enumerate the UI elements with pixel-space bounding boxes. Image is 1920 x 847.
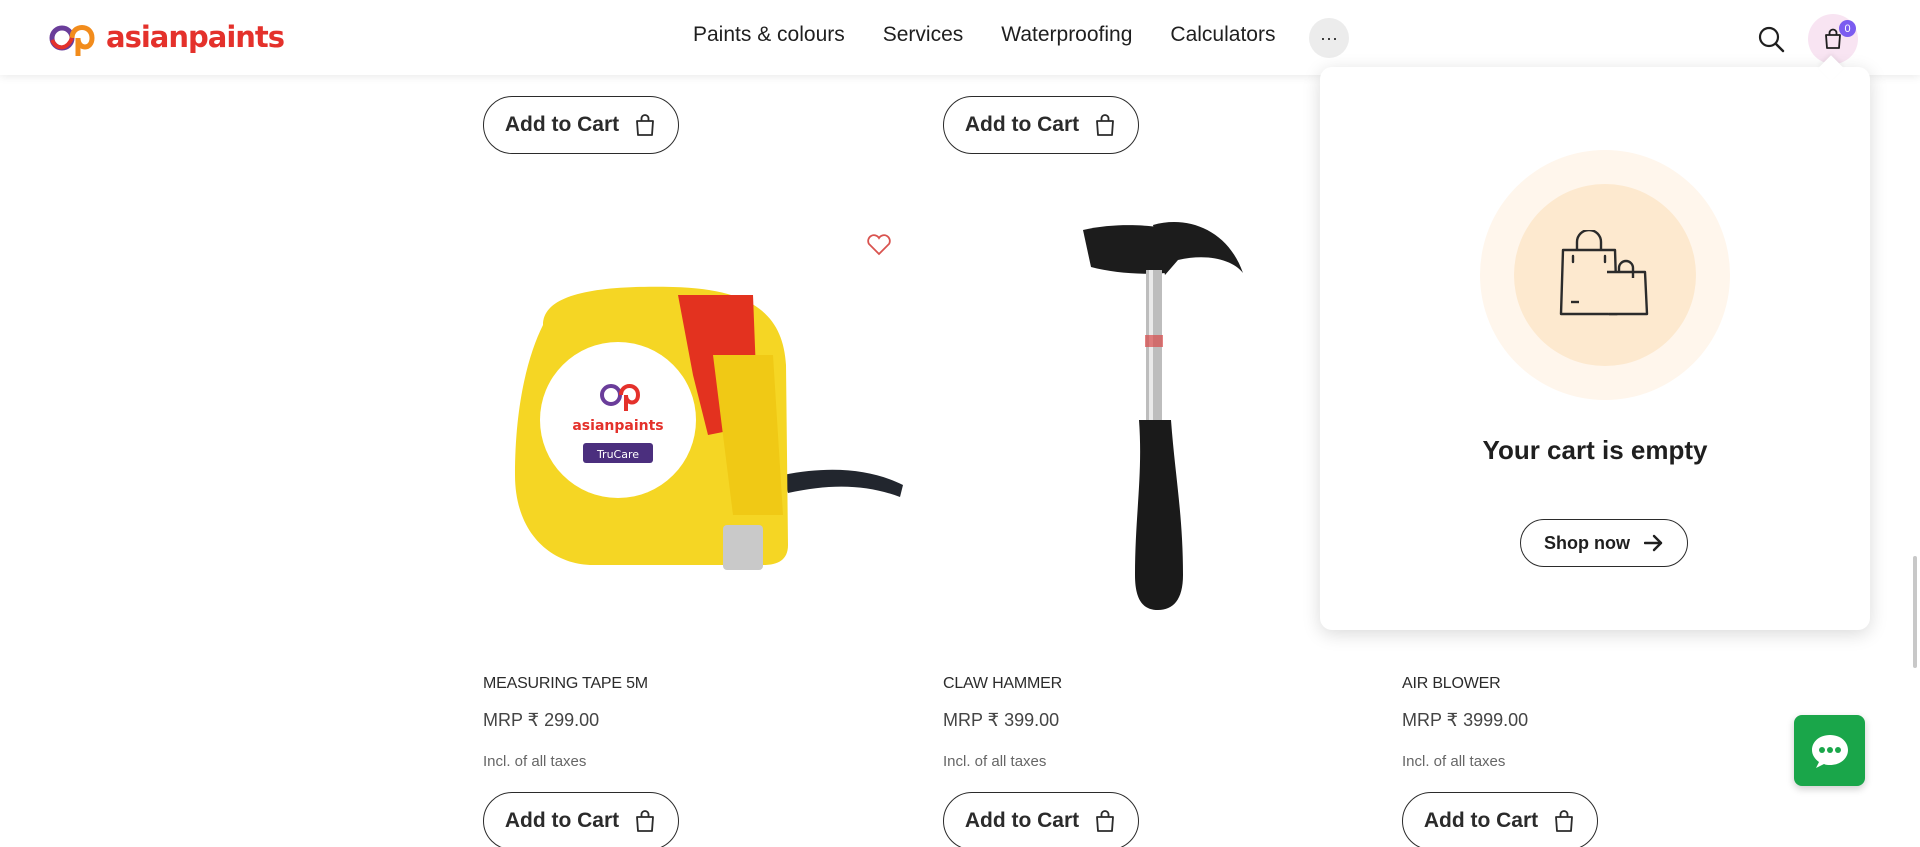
add-to-cart-button[interactable]: Add to Cart (1402, 792, 1598, 847)
empty-shopping-bags-icon (1559, 230, 1649, 316)
product-tax-note: Incl. of all taxes (1402, 753, 1506, 770)
cart-popover: Your cart is empty Shop now (1320, 67, 1870, 630)
cart-count-badge: 0 (1839, 20, 1856, 37)
more-menu-button[interactable]: ··· (1309, 18, 1349, 58)
brand-name: asianpaints (106, 20, 285, 54)
product-price: MRP ₹ 399.00 (943, 710, 1060, 730)
product-price: MRP ₹ 3999.00 (1402, 710, 1529, 730)
chat-support-button[interactable] (1794, 715, 1865, 786)
product-name[interactable]: AIR BLOWER (1402, 675, 1501, 693)
product-name[interactable]: MEASURING TAPE 5M (483, 675, 648, 693)
main-nav: Paints & colours Services Waterproofing … (693, 23, 1275, 47)
shopping-bag-icon (1555, 810, 1574, 832)
site-header: asianpaints Paints & colours Services Wa… (0, 0, 1920, 75)
add-to-cart-label: Add to Cart (964, 113, 1080, 136)
cart-empty-title: Your cart is empty (1482, 435, 1708, 465)
shopping-bag-icon (636, 114, 655, 136)
add-to-cart-label: Add to Cart (1423, 809, 1539, 832)
add-to-cart-button[interactable]: Add to Cart (483, 96, 679, 154)
empty-cart-illustration (1480, 150, 1730, 400)
shop-now-button[interactable]: Shop now (1520, 519, 1688, 567)
asianpaints-logo-icon (49, 25, 95, 56)
claw-hammer-image[interactable] (943, 215, 1383, 645)
add-to-cart-button[interactable]: Add to Cart (943, 792, 1139, 847)
product-price: MRP ₹ 299.00 (483, 710, 600, 730)
chat-bubble-icon (1811, 734, 1848, 768)
measuring-tape-image[interactable]: asianpaints TruCare (483, 215, 923, 645)
add-to-cart-label: Add to Cart (504, 113, 620, 136)
page-scrollbar[interactable] (1913, 556, 1917, 668)
product-tax-note: Incl. of all taxes (943, 753, 1047, 770)
brand-logo[interactable]: asianpaints (48, 16, 285, 58)
shopping-bag-icon (1096, 810, 1115, 832)
search-icon[interactable] (1756, 24, 1786, 54)
nav-item-calculators[interactable]: Calculators (1170, 23, 1275, 47)
nav-item-services[interactable]: Services (883, 23, 964, 47)
product-tax-note: Incl. of all taxes (483, 753, 587, 770)
add-to-cart-button[interactable]: Add to Cart (483, 792, 679, 847)
arrow-right-icon (1643, 534, 1663, 552)
nav-item-waterproofing[interactable]: Waterproofing (1001, 23, 1132, 47)
nav-item-paints-colours[interactable]: Paints & colours (693, 23, 845, 47)
shop-now-label: Shop now (1544, 532, 1630, 553)
product-name[interactable]: CLAW HAMMER (943, 675, 1062, 693)
tape-sub-label: TruCare (596, 448, 639, 461)
tape-brand-label: asianpaints (572, 418, 663, 434)
shopping-bag-icon (1096, 114, 1115, 136)
shopping-bag-icon (636, 810, 655, 832)
more-dots-icon: ··· (1320, 27, 1338, 48)
add-to-cart-label: Add to Cart (964, 809, 1080, 832)
add-to-cart-button[interactable]: Add to Cart (943, 96, 1139, 154)
add-to-cart-label: Add to Cart (504, 809, 620, 832)
